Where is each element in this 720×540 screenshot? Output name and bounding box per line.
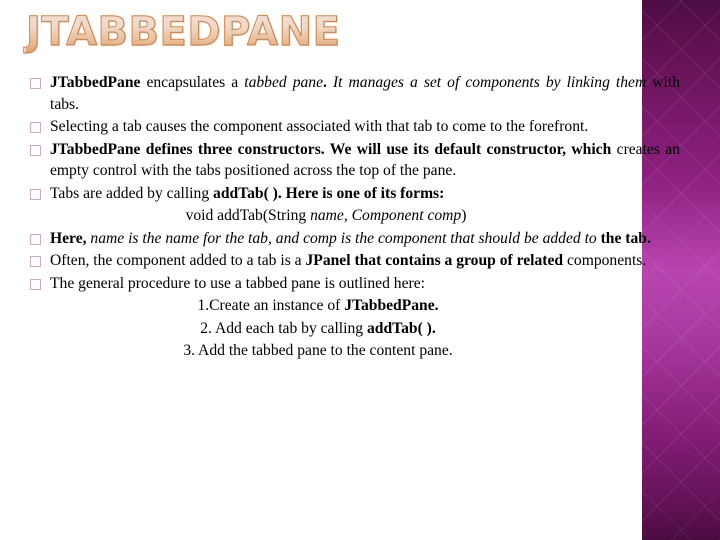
- bullet-text-1: JTabbedPane encapsulates a tabbed pane. …: [50, 74, 681, 113]
- step-line-2: 2. Add each tab by calling addTab( ).: [200, 319, 436, 337]
- bullet-item-4: Tabs are added by calling addTab( ). Her…: [0, 183, 692, 205]
- title-area: JTABBEDPANE: [25, 8, 626, 60]
- slide-canvas: JTABBEDPANE JTabbedPane encapsulates a t…: [0, 0, 720, 540]
- bullet-item-2: Selecting a tab causes the component ass…: [0, 116, 692, 138]
- step-line-3: 3. Add the tabbed pane to the content pa…: [183, 342, 453, 359]
- bullet-item-7: The general procedure to use a tabbed pa…: [0, 273, 692, 295]
- bullet-item-5: Here, name is the name for the tab, and …: [0, 228, 692, 250]
- bullet-square-icon: [30, 278, 41, 290]
- bullet-text-3: JTabbedPane defines three constructors. …: [50, 140, 680, 180]
- bullet-square-icon: [30, 122, 41, 133]
- bullet-text-7: The general procedure to use a tabbed pa…: [50, 274, 425, 292]
- page-title: JTABBEDPANE: [25, 8, 626, 56]
- bullet-square-icon: [30, 78, 41, 89]
- bullet-text-6: Often, the component added to a tab is a…: [50, 252, 647, 269]
- bullet-square-icon: [30, 233, 41, 245]
- bullet-item-6: Often, the component added to a tab is a…: [0, 250, 692, 272]
- bullet-square-icon: [30, 256, 41, 267]
- bullet-text-2: Selecting a tab causes the component ass…: [50, 118, 589, 135]
- method-signature-line: void addTab(String name, Component comp): [185, 207, 467, 224]
- bullet-item-1: JTabbedPane encapsulates a tabbed pane. …: [0, 72, 692, 115]
- bullet-item-3: JTabbedPane defines three constructors. …: [0, 139, 692, 182]
- bullet-square-icon: [30, 188, 41, 200]
- slide-body: JTabbedPane encapsulates a tabbed pane. …: [0, 72, 692, 532]
- bullet-square-icon: [30, 144, 41, 156]
- step-line-1: 1.Create an instance of JTabbedPane.: [197, 297, 439, 314]
- bullet-text-4: Tabs are added by calling addTab( ). Her…: [50, 184, 445, 202]
- bullet-text-5: Here, name is the name for the tab, and …: [50, 229, 651, 247]
